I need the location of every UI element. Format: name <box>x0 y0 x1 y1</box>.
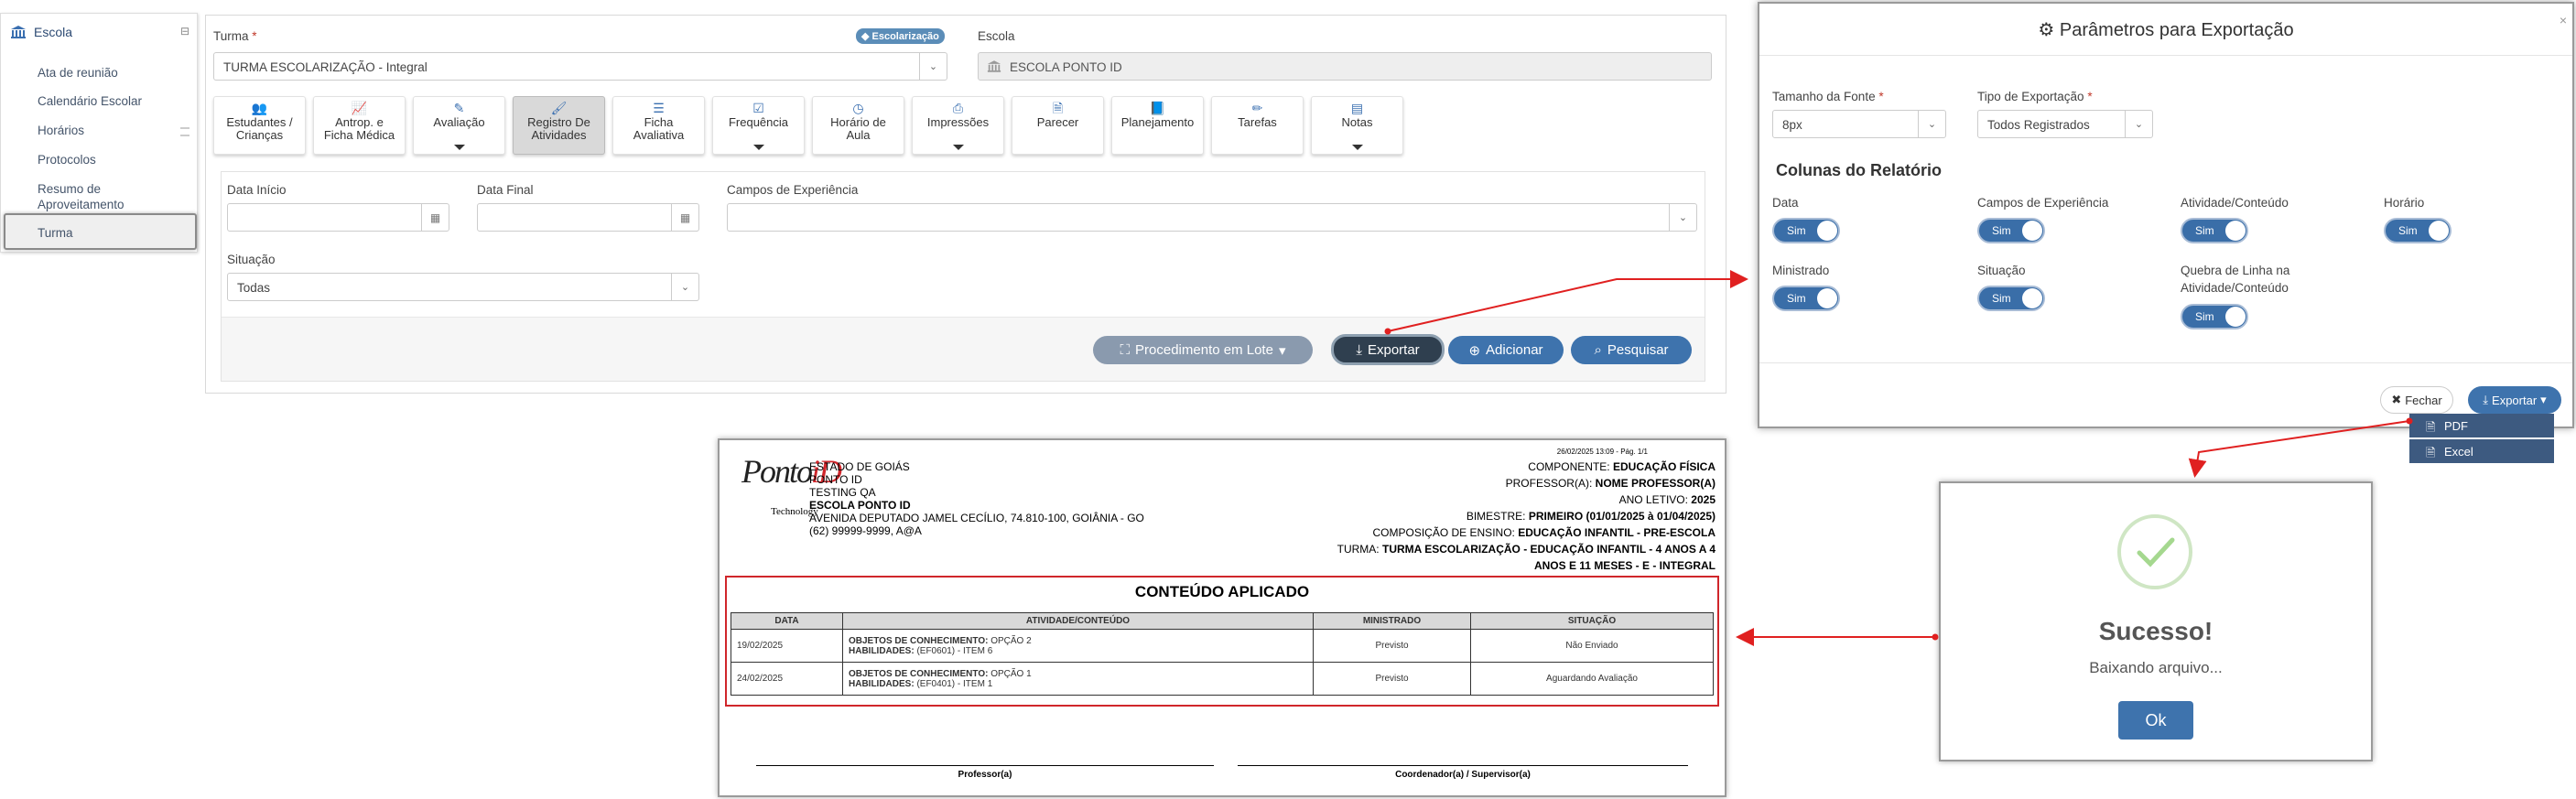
arrow-success-to-report <box>1736 628 1939 646</box>
arrow-exportar-to-modal <box>1384 270 1748 335</box>
annotation-arrows <box>1384 270 2413 646</box>
arrow-pdf-to-success <box>2188 417 2413 478</box>
